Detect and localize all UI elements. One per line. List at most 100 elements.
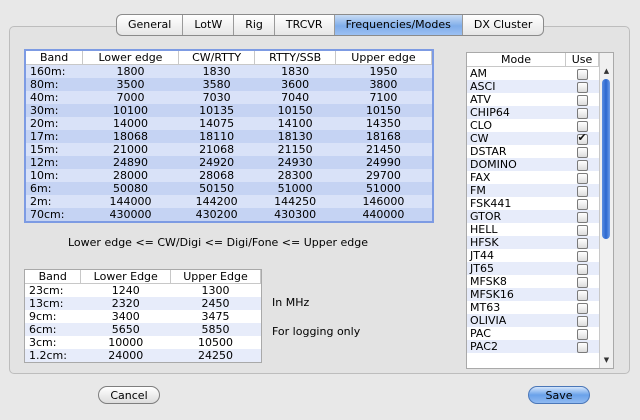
- frequency-cell[interactable]: 146000: [335, 195, 432, 208]
- frequency-cell[interactable]: 24890: [82, 156, 179, 169]
- frequency-cell[interactable]: 1950: [335, 64, 432, 78]
- mode-column-header[interactable]: Mode: [467, 53, 566, 67]
- band-cell[interactable]: 9cm:: [25, 310, 81, 323]
- table-row[interactable]: 20m: 14000 14075 14100 14350: [26, 117, 432, 130]
- use-checkbox[interactable]: [576, 172, 588, 184]
- use-checkbox[interactable]: [576, 146, 588, 158]
- frequency-cell[interactable]: 24000: [80, 349, 171, 362]
- mode-row[interactable]: MFSK16: [467, 288, 599, 301]
- frequency-cell[interactable]: 28300: [254, 169, 336, 182]
- frequency-cell[interactable]: 10000: [80, 336, 171, 349]
- frequency-cell[interactable]: 2450: [170, 297, 261, 310]
- frequency-cell[interactable]: 144250: [254, 195, 336, 208]
- frequency-cell[interactable]: 18110: [178, 130, 255, 143]
- frequency-cell[interactable]: 144200: [178, 195, 255, 208]
- scroll-thumb[interactable]: [602, 79, 610, 239]
- mode-row[interactable]: DOMINO: [467, 158, 599, 171]
- band-cell[interactable]: 15m:: [26, 143, 83, 156]
- use-checkbox[interactable]: [576, 328, 588, 340]
- column-header[interactable]: CW/RTTY: [178, 51, 256, 65]
- column-header[interactable]: RTTY/SSB: [254, 51, 336, 65]
- tab-lotw[interactable]: LotW: [183, 15, 235, 35]
- frequency-cell[interactable]: 21068: [178, 143, 255, 156]
- frequency-cell[interactable]: 14100: [254, 117, 336, 130]
- cancel-button[interactable]: Cancel: [98, 386, 160, 404]
- band-cell[interactable]: 10m:: [26, 169, 83, 182]
- use-checkbox[interactable]: [576, 341, 588, 353]
- mode-row[interactable]: FSK441: [467, 197, 599, 210]
- table-row[interactable]: 1.2cm: 24000 24250: [25, 349, 261, 362]
- band-cell[interactable]: 20m:: [26, 117, 83, 130]
- mode-row[interactable]: OLIVIA: [467, 314, 599, 327]
- mode-row[interactable]: HELL: [467, 223, 599, 236]
- frequency-cell[interactable]: 10150: [335, 104, 432, 117]
- band-cell[interactable]: 2m:: [26, 195, 83, 208]
- use-checkbox[interactable]: [576, 81, 588, 93]
- frequency-cell[interactable]: 3475: [170, 310, 261, 323]
- tab-general[interactable]: General: [117, 15, 184, 35]
- band-cell[interactable]: 40m:: [26, 91, 83, 104]
- use-checkbox[interactable]: [576, 131, 588, 145]
- band-cell[interactable]: 160m:: [26, 64, 83, 78]
- use-checkbox[interactable]: [576, 185, 588, 197]
- frequency-cell[interactable]: 430000: [82, 208, 179, 221]
- column-header[interactable]: Lower edge: [82, 51, 179, 65]
- frequency-cell[interactable]: 21150: [254, 143, 336, 156]
- use-checkbox[interactable]: [576, 237, 588, 249]
- table-row[interactable]: 80m: 3500 3580 3600 3800: [26, 78, 432, 91]
- table-row[interactable]: 15m: 21000 21068 21150 21450: [26, 143, 432, 156]
- band-cell[interactable]: 12m:: [26, 156, 83, 169]
- frequency-cell[interactable]: 24250: [170, 349, 261, 362]
- frequency-cell[interactable]: 7000: [82, 91, 179, 104]
- mode-row[interactable]: AM: [467, 66, 599, 80]
- frequency-cell[interactable]: 14075: [178, 117, 255, 130]
- use-checkbox[interactable]: [576, 302, 588, 314]
- mode-row[interactable]: FAX: [467, 171, 599, 184]
- column-header[interactable]: Lower Edge: [80, 270, 172, 284]
- logging-band-table[interactable]: Band Lower Edge Upper Edge 23cm: 1240 1300 13…: [24, 269, 262, 363]
- frequency-cell[interactable]: 10100: [82, 104, 179, 117]
- frequency-cell[interactable]: 18130: [254, 130, 336, 143]
- frequency-cell[interactable]: 3600: [254, 78, 336, 91]
- modes-scrollbar[interactable]: ▲ ▼: [599, 53, 613, 368]
- tab-dx-cluster[interactable]: DX Cluster: [463, 15, 544, 35]
- mode-row[interactable]: DSTAR: [467, 145, 599, 158]
- frequency-cell[interactable]: 7040: [254, 91, 336, 104]
- band-cell[interactable]: 80m:: [26, 78, 83, 91]
- frequency-cell[interactable]: 29700: [335, 169, 432, 182]
- use-checkbox[interactable]: [576, 315, 588, 327]
- frequency-cell[interactable]: 18068: [82, 130, 179, 143]
- use-checkbox[interactable]: [576, 250, 588, 262]
- column-header[interactable]: Band: [25, 270, 82, 284]
- table-row[interactable]: 160m: 1800 1830 1830 1950: [26, 64, 432, 78]
- mode-row[interactable]: HFSK: [467, 236, 599, 249]
- column-header[interactable]: Band: [26, 51, 84, 65]
- frequency-cell[interactable]: 430300: [254, 208, 336, 221]
- band-cell[interactable]: 70cm:: [26, 208, 83, 221]
- frequency-cell[interactable]: 1800: [82, 64, 179, 78]
- scroll-down-arrow-icon[interactable]: ▼: [600, 354, 613, 366]
- use-checkbox[interactable]: [576, 224, 588, 236]
- band-cell[interactable]: 13cm:: [25, 297, 81, 310]
- frequency-cell[interactable]: 3500: [82, 78, 179, 91]
- use-checkbox[interactable]: [576, 263, 588, 275]
- frequency-cell[interactable]: 1240: [80, 283, 171, 297]
- frequency-cell[interactable]: 24990: [335, 156, 432, 169]
- frequency-cell[interactable]: 50080: [82, 182, 179, 195]
- frequency-cell[interactable]: 14000: [82, 117, 179, 130]
- frequency-cell[interactable]: 3800: [335, 78, 432, 91]
- frequency-cell[interactable]: 50150: [178, 182, 255, 195]
- table-row[interactable]: 12m: 24890 24920 24930 24990: [26, 156, 432, 169]
- mode-row[interactable]: PAC: [467, 327, 599, 340]
- mode-row[interactable]: MT63: [467, 301, 599, 314]
- mode-row[interactable]: PAC2: [467, 340, 599, 353]
- use-checkbox[interactable]: [576, 68, 588, 80]
- table-row[interactable]: 2m: 144000 144200 144250 146000: [26, 195, 432, 208]
- mode-row[interactable]: GTOR: [467, 210, 599, 223]
- frequency-cell[interactable]: 7100: [335, 91, 432, 104]
- column-header[interactable]: Upper edge: [335, 51, 433, 65]
- mode-row[interactable]: ATV: [467, 93, 599, 106]
- mode-row[interactable]: CW: [467, 131, 599, 145]
- table-row[interactable]: 6cm: 5650 5850: [25, 323, 261, 336]
- frequency-cell[interactable]: 1830: [178, 64, 255, 78]
